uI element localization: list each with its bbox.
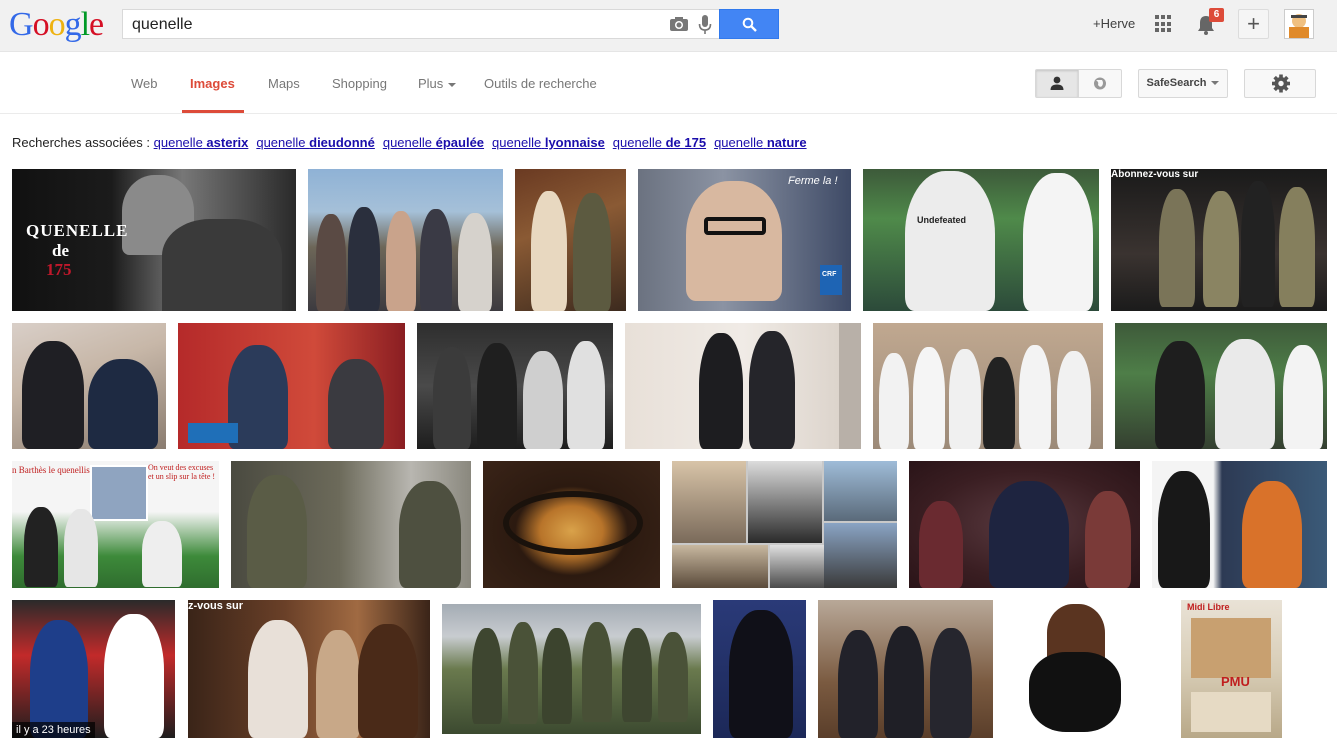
related-search-link[interactable]: quenelle épaulée xyxy=(383,135,484,150)
image-result[interactable] xyxy=(1005,600,1169,738)
image-result[interactable] xyxy=(178,323,405,449)
tab-more-label: Plus xyxy=(418,76,444,91)
image-result[interactable] xyxy=(873,323,1103,449)
image-age-badge: il y a 23 heures xyxy=(12,722,95,738)
image-overlay-text: CRF xyxy=(822,271,837,278)
logo-letter: G xyxy=(9,6,34,43)
safesearch-dropdown[interactable]: SafeSearch xyxy=(1138,69,1228,98)
image-result[interactable]: QUENELLE de 175 xyxy=(12,169,296,311)
microphone-icon[interactable] xyxy=(698,14,712,36)
settings-button[interactable] xyxy=(1244,69,1316,98)
avatar[interactable] xyxy=(1284,9,1314,39)
tab-shopping[interactable]: Shopping xyxy=(332,76,387,91)
camera-icon[interactable] xyxy=(669,16,689,32)
image-overlay-text: de xyxy=(52,241,69,260)
top-bar: Google +Herve 6 + xyxy=(0,0,1337,52)
search-nav-bar: Web Images Maps Shopping Plus Outils de … xyxy=(0,53,1337,114)
related-search-link[interactable]: quenelle de 175 xyxy=(613,135,706,150)
google-logo[interactable]: Google xyxy=(9,6,104,44)
image-result[interactable] xyxy=(625,323,861,449)
tab-search-tools[interactable]: Outils de recherche xyxy=(484,76,597,91)
image-result[interactable] xyxy=(231,461,471,588)
user-profile-link[interactable]: +Herve xyxy=(1093,16,1135,31)
image-overlay-text: QUENELLE xyxy=(26,221,129,240)
image-result[interactable]: n Barthès le quenelliste ! On veut des e… xyxy=(12,461,219,588)
image-result[interactable] xyxy=(442,604,701,734)
image-result[interactable]: Ferme la ! CRF xyxy=(638,169,851,311)
image-result[interactable] xyxy=(1115,323,1327,449)
image-result[interactable] xyxy=(308,169,503,311)
avatar-icon xyxy=(1289,14,1309,38)
personal-results-button[interactable] xyxy=(1035,69,1079,98)
image-result[interactable]: Undefeated xyxy=(863,169,1099,311)
image-result[interactable]: Midi Libre PMU xyxy=(1181,600,1282,738)
image-result[interactable] xyxy=(672,461,897,588)
image-result[interactable] xyxy=(909,461,1140,588)
tab-images[interactable]: Images xyxy=(190,76,235,91)
logo-letter: l xyxy=(80,6,91,43)
image-overlay-text: PMU xyxy=(1221,674,1250,689)
chevron-down-icon xyxy=(1211,81,1220,86)
search-box xyxy=(122,9,719,39)
tab-more[interactable]: Plus xyxy=(418,76,457,91)
logo-letter: e xyxy=(89,6,104,43)
image-result[interactable] xyxy=(417,323,613,449)
share-plus-button[interactable]: + xyxy=(1238,9,1269,39)
apps-grid-icon[interactable] xyxy=(1155,15,1173,33)
image-overlay-text: z-vous sur xyxy=(188,600,244,612)
logo-letter: o xyxy=(32,6,50,43)
related-search-link[interactable]: quenelle nature xyxy=(714,135,807,150)
image-overlay-text: n Barthès le quenelliste ! xyxy=(12,465,102,475)
notification-count-badge[interactable]: 6 xyxy=(1209,8,1224,22)
gear-icon xyxy=(1272,74,1290,93)
related-searches: Recherches associées : quenelle asterix q… xyxy=(12,135,815,150)
person-icon xyxy=(1050,76,1064,90)
image-result[interactable] xyxy=(713,600,806,738)
tab-maps[interactable]: Maps xyxy=(268,76,300,91)
search-input[interactable] xyxy=(132,15,652,35)
image-overlay-text: Abonnez-vous sur xyxy=(1111,169,1199,180)
image-result[interactable] xyxy=(483,461,660,588)
image-result[interactable]: z-vous sur xyxy=(188,600,430,738)
image-overlay-text: Undefeated xyxy=(917,215,967,225)
logo-letter: o xyxy=(48,6,66,43)
safesearch-label: SafeSearch xyxy=(1146,77,1207,89)
search-icon xyxy=(742,17,757,32)
image-result[interactable] xyxy=(1152,461,1327,588)
related-searches-label: Recherches associées : xyxy=(12,135,151,150)
image-result[interactable] xyxy=(12,323,166,449)
related-search-link[interactable]: quenelle dieudonné xyxy=(256,135,375,150)
logo-letter: g xyxy=(64,6,82,43)
image-result[interactable]: Abonnez-vous sur xyxy=(1111,169,1327,311)
related-search-link[interactable]: quenelle asterix xyxy=(154,135,249,150)
globe-icon xyxy=(1094,77,1106,90)
image-result[interactable]: il y a 23 heures xyxy=(12,600,175,738)
related-search-link[interactable]: quenelle lyonnaise xyxy=(492,135,605,150)
image-overlay-text: Ferme la ! xyxy=(788,175,838,187)
image-result[interactable] xyxy=(818,600,993,738)
tab-web[interactable]: Web xyxy=(131,76,158,91)
active-tab-indicator xyxy=(182,110,244,113)
global-results-button[interactable] xyxy=(1078,69,1122,98)
image-result[interactable] xyxy=(515,169,626,311)
image-overlay-text: 175 xyxy=(46,260,72,279)
image-overlay-text: On veut des excuses et un slip sur la tê… xyxy=(148,463,216,481)
image-overlay-text: Midi Libre xyxy=(1187,602,1230,612)
search-button[interactable] xyxy=(719,9,779,39)
chevron-down-icon xyxy=(448,82,457,87)
